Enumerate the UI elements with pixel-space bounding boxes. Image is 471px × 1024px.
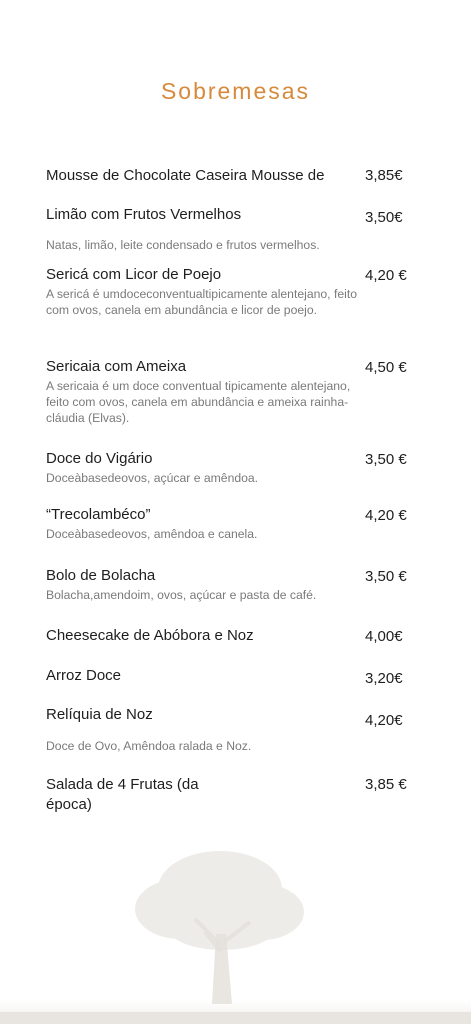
menu-item: Sericaia com Ameixa A sericaia é um doce… (46, 357, 361, 426)
menu-item: Sericá com Licor de Poejo A sericá é umd… (46, 265, 361, 318)
item-name: Arroz Doce (46, 667, 122, 684)
item-price: 4,20 € (365, 267, 407, 284)
menu-item: Relíquia de Noz (46, 705, 346, 725)
item-description: Doceàbasedeovos, amêndoa e canela. (46, 527, 258, 541)
item-name: Limão com Frutos Vermelhos (46, 206, 242, 223)
item-price: 3,50 € (365, 451, 407, 468)
item-price: 3,20€ (365, 670, 403, 687)
item-description: A sericaia é um doce conventual tipicame… (46, 379, 351, 425)
item-price: 4,00€ (365, 628, 403, 645)
item-price: 4,20 € (365, 507, 407, 524)
item-name: Sericaia com Ameixa (46, 358, 187, 375)
item-name: Sericá com Licor de Poejo (46, 266, 222, 283)
item-name: Bolo de Bolacha (46, 567, 156, 584)
item-description: A sericá é umdoceconventualtipicamente a… (46, 287, 357, 317)
menu-item: “Trecolambéco” Doceàbasedeovos, amêndoa … (46, 505, 346, 542)
item-description: Natas, limão, leite condensado e frutos … (46, 238, 320, 252)
tree-watermark-icon (0, 851, 471, 1024)
item-price: 3,85€ (365, 167, 403, 184)
item-price: 3,50€ (365, 209, 403, 226)
menu-item: Doce do Vigário Doceàbasedeovos, açúcar … (46, 449, 346, 486)
menu-item-desc: Doce de Ovo, Amêndoa ralada e Noz. (46, 737, 346, 754)
item-name: Cheesecake de Abóbora e Noz (46, 627, 254, 644)
menu-item: Cheesecake de Abóbora e Noz (46, 626, 346, 646)
page-title: Sobremesas (160, 78, 311, 104)
item-price: 4,50 € (365, 359, 407, 376)
item-name: Salada de 4 Frutas (da época) (46, 776, 199, 813)
menu-item: Salada de 4 Frutas (da época) (46, 775, 221, 815)
item-description: Doce de Ovo, Amêndoa ralada e Noz. (46, 739, 252, 753)
item-name: “Trecolambéco” (46, 506, 151, 523)
item-description: Bolacha,amendoim, ovos, açúcar e pasta d… (46, 588, 317, 602)
item-price: 3,50 € (365, 568, 407, 585)
item-name: Doce do Vigário (46, 450, 153, 467)
menu-item: Arroz Doce (46, 666, 346, 686)
menu-item: Limão com Frutos Vermelhos (46, 205, 346, 225)
menu-item: Bolo de Bolacha Bolacha,amendoim, ovos, … (46, 566, 361, 603)
item-name: Relíquia de Noz (46, 706, 153, 723)
menu-item-desc: Natas, limão, leite condensado e frutos … (46, 236, 376, 253)
item-description: Doceàbasedeovos, açúcar e amêndoa. (46, 471, 259, 485)
item-price: 4,20€ (365, 712, 403, 729)
item-price: 3,85 € (365, 776, 407, 793)
